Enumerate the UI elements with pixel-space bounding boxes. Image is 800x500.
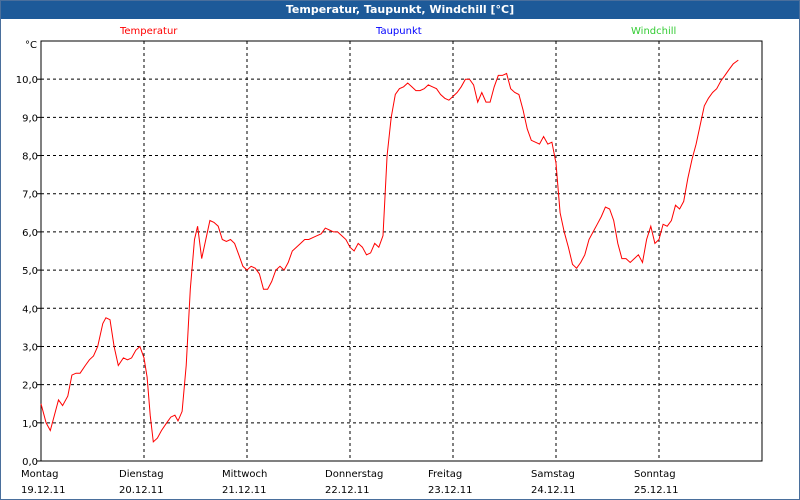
y-tick-label: 5,0 [22, 266, 38, 277]
x-tick-day: Montag [21, 469, 58, 480]
x-tick-date: 23.12.11 [428, 485, 473, 496]
x-tick-date: 22.12.11 [325, 485, 370, 496]
x-tick-day: Freitag [428, 469, 462, 480]
y-tick-label: 9,0 [22, 113, 38, 124]
y-tick-label: 7,0 [22, 190, 38, 201]
x-tick-date: 24.12.11 [531, 485, 576, 496]
y-tick-label: 1,0 [22, 419, 38, 430]
y-tick-label: 0,0 [22, 457, 38, 468]
grid-layer [37, 41, 762, 462]
x-tick-date: 25.12.11 [634, 485, 679, 496]
x-axis-labels: Montag 19.12.11 Dienstag 20.12.11 Mittwoch 21… [21, 469, 679, 496]
legend-taupunkt: Taupunkt [376, 26, 422, 37]
y-tick-label: 3,0 [22, 342, 38, 353]
y-tick-label: 10,0 [16, 75, 38, 86]
y-tick-label: 2,0 [22, 381, 38, 392]
y-tick-label: 8,0 [22, 152, 38, 163]
x-tick-day: Mittwoch [222, 469, 267, 480]
y-tick-label: 4,0 [22, 304, 38, 315]
y-tick-label: 6,0 [22, 228, 38, 239]
x-tick-date: 21.12.11 [222, 485, 267, 496]
x-tick-day: Donnerstag [325, 469, 383, 480]
x-tick-day: Dienstag [119, 469, 164, 480]
y-axis-unit: °C [25, 40, 37, 51]
legend-windchill: Windchill [631, 26, 677, 37]
y-axis-labels: 0,0 1,0 2,0 3,0 4,0 5,0 6,0 7,0 8,0 9,0 10,0 [16, 75, 38, 468]
legend-temperatur: Temperatur [120, 26, 178, 37]
x-tick-day: Sonntag [634, 469, 676, 480]
x-tick-date: 19.12.11 [21, 485, 66, 496]
chart-window: Temperatur, Taupunkt, Windchill [°C] 0,0… [0, 0, 800, 500]
temperature-chart: 0,0 1,0 2,0 3,0 4,0 5,0 6,0 7,0 8,0 9,0 10,0 Monta… [16, 40, 763, 496]
x-tick-date: 20.12.11 [119, 485, 164, 496]
x-tick-day: Samstag [531, 469, 575, 480]
